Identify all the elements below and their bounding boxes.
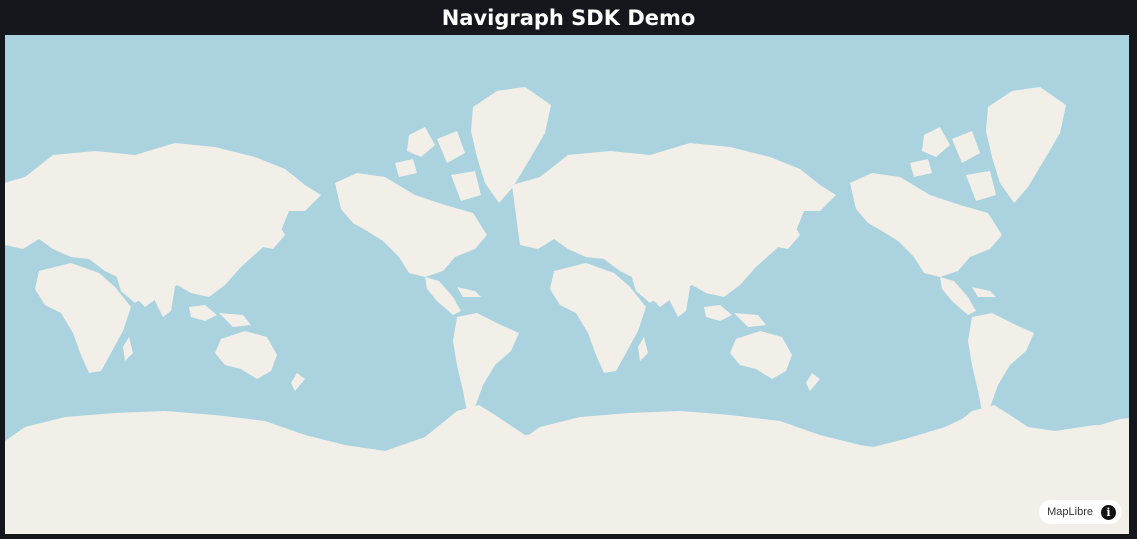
info-icon[interactable]: i [1101,504,1116,520]
attribution-text[interactable]: MapLibre [1047,506,1093,518]
app-header: Navigraph SDK Demo [0,0,1137,35]
attribution-control[interactable]: MapLibre i [1039,500,1122,524]
page-title: Navigraph SDK Demo [441,5,696,30]
map-canvas[interactable]: MapLibre i [5,35,1129,534]
world-map [5,35,1129,534]
